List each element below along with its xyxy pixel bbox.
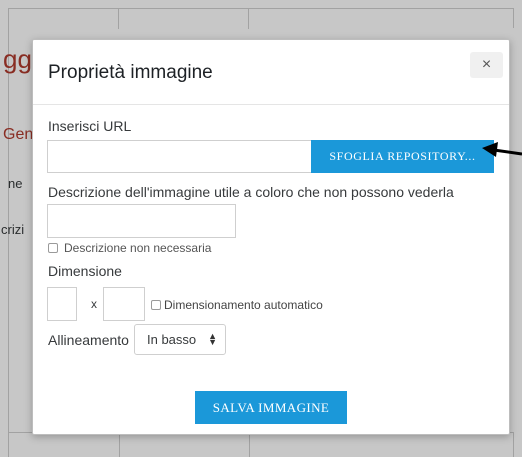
alignment-label: Allineamento: [48, 332, 129, 348]
auto-size-checkbox[interactable]: [151, 300, 161, 310]
alignment-select[interactable]: In basso ▲ ▼: [134, 324, 226, 355]
dimension-separator: x: [91, 297, 97, 311]
height-input[interactable]: [103, 287, 145, 321]
url-label: Inserisci URL: [48, 118, 132, 134]
description-input[interactable]: [47, 204, 236, 238]
no-description-option: Descrizione non necessaria: [48, 241, 211, 255]
close-button[interactable]: ×: [470, 52, 503, 78]
dialog-title: Proprietà immagine: [48, 62, 213, 83]
no-description-checkbox[interactable]: [48, 243, 58, 253]
auto-size-label: Dimensionamento automatico: [164, 298, 323, 312]
description-label: Descrizione dell'immagine utile a coloro…: [48, 184, 454, 200]
dialog-header: Proprietà immagine ×: [33, 40, 509, 105]
select-updown-icon: ▲ ▼: [208, 331, 217, 347]
browse-repository-button[interactable]: SFOGLIA REPOSITORY...: [311, 140, 494, 173]
close-icon: ×: [481, 56, 492, 73]
url-input[interactable]: [47, 140, 311, 173]
width-input[interactable]: [47, 287, 77, 321]
dimension-label: Dimensione: [48, 263, 122, 279]
save-image-button[interactable]: SALVA IMMAGINE: [195, 391, 347, 424]
auto-size-option: Dimensionamento automatico: [151, 298, 323, 312]
image-properties-dialog: Proprietà immagine × Inserisci URL SFOGL…: [32, 39, 510, 435]
no-description-label: Descrizione non necessaria: [64, 241, 212, 255]
annotation-arrow-icon: [482, 142, 522, 157]
alignment-selected-value: In basso: [147, 332, 197, 347]
